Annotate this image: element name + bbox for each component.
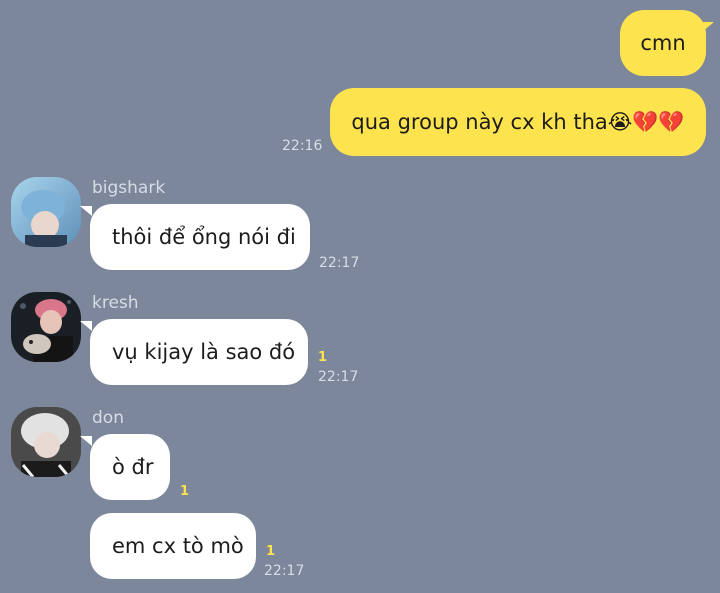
message-bubble-incoming[interactable]: thôi để ổng nói đi	[90, 204, 310, 270]
message-text: cmn	[640, 31, 686, 55]
avatar-image	[11, 407, 81, 477]
message-text: thôi để ổng nói đi	[112, 225, 296, 249]
avatar-image	[11, 177, 81, 247]
message-text: em cx tò mò	[112, 534, 244, 558]
message-text: vụ kijay là sao đó	[112, 340, 296, 364]
message-text: qua group này cx kh tha😭💔💔	[351, 109, 685, 134]
unread-count: 1	[318, 350, 328, 365]
bubble-tail	[80, 206, 92, 216]
message-bubble-incoming[interactable]: ò đr	[90, 434, 170, 500]
avatar-kresh[interactable]	[11, 292, 81, 362]
unread-count: 1	[180, 484, 190, 499]
bubble-tail	[702, 22, 714, 32]
message-bubble-outgoing[interactable]: cmn	[620, 10, 706, 76]
bubble-tail	[80, 321, 92, 331]
message-bubble-outgoing[interactable]: qua group này cx kh tha😭💔💔	[330, 88, 706, 156]
message-bubble-incoming[interactable]: vụ kijay là sao đó	[90, 319, 308, 385]
bubble-tail	[80, 436, 92, 446]
message-timestamp: 22:17	[318, 369, 359, 385]
avatar-image	[11, 292, 81, 362]
sender-name: kresh	[92, 293, 139, 313]
avatar-don[interactable]	[11, 407, 81, 477]
message-timestamp: 22:17	[264, 563, 305, 579]
message-text: ò đr	[112, 455, 154, 479]
avatar-bigshark[interactable]	[11, 177, 81, 247]
sender-name: bigshark	[92, 178, 166, 198]
unread-count: 1	[266, 544, 276, 559]
message-timestamp: 22:17	[319, 255, 360, 271]
message-bubble-incoming[interactable]: em cx tò mò	[90, 513, 256, 579]
message-timestamp: 22:16	[282, 138, 323, 154]
sender-name: don	[92, 408, 124, 428]
